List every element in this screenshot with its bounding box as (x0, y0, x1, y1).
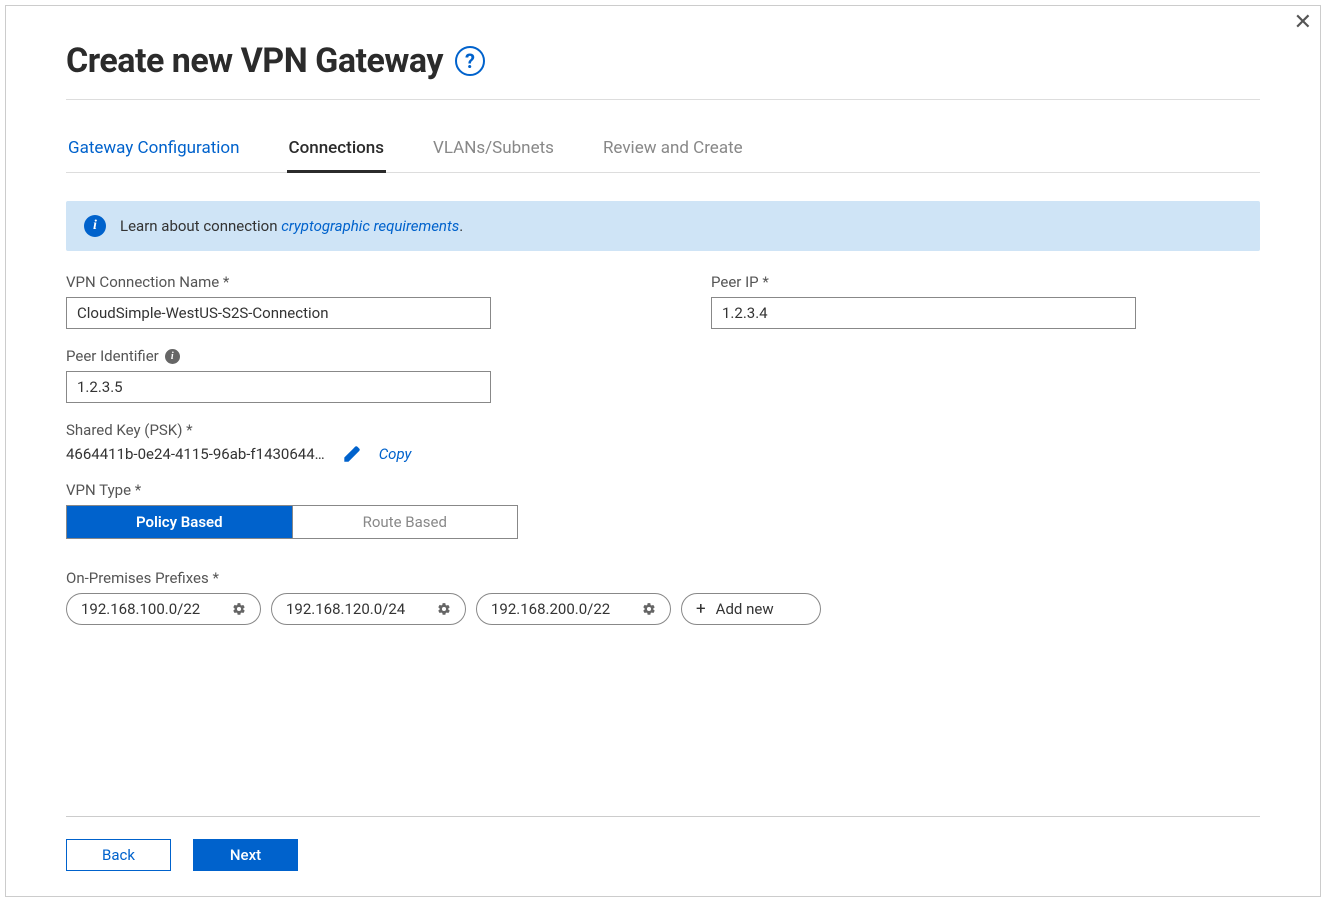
gear-icon[interactable] (437, 602, 451, 616)
peer-ip-input[interactable] (711, 297, 1136, 329)
prefixes-label: On-Premises Prefixes * (66, 569, 1260, 587)
edit-icon[interactable] (343, 445, 361, 463)
tab-vlans-subnets[interactable]: VLANs/Subnets (431, 134, 556, 173)
modal: ✕ Create new VPN Gateway ? Gateway Confi… (5, 5, 1321, 897)
info-banner-text: Learn about connection cryptographic req… (120, 217, 463, 235)
page-title: Create new VPN Gateway (66, 41, 443, 81)
gear-icon[interactable] (232, 602, 246, 616)
copy-button[interactable]: Copy (379, 445, 412, 463)
help-icon[interactable]: ? (455, 46, 485, 76)
footer: Back Next (66, 816, 1260, 871)
prefix-chip-value: 192.168.120.0/24 (286, 600, 405, 618)
prefix-chip-value: 192.168.100.0/22 (81, 600, 200, 618)
peer-id-input[interactable] (66, 371, 491, 403)
crypto-requirements-link[interactable]: cryptographic requirements (281, 217, 459, 235)
tabs: Gateway Configuration Connections VLANs/… (66, 134, 1260, 173)
prefixes-row: 192.168.100.0/22 192.168.120.0/24 192.16… (66, 593, 1260, 625)
add-new-label: Add new (716, 600, 774, 618)
vpn-type-label: VPN Type * (66, 481, 1260, 499)
close-icon[interactable]: ✕ (1294, 12, 1312, 34)
prefix-chip[interactable]: 192.168.100.0/22 (66, 593, 261, 625)
add-prefix-button[interactable]: + Add new (681, 593, 821, 625)
prefix-chip-value: 192.168.200.0/22 (491, 600, 610, 618)
gear-icon[interactable] (642, 602, 656, 616)
vpn-type-policy-based[interactable]: Policy Based (67, 506, 292, 538)
vpn-type-toggle: Policy Based Route Based (66, 505, 518, 539)
peer-id-info-icon[interactable]: i (165, 349, 180, 364)
tab-gateway-configuration[interactable]: Gateway Configuration (66, 134, 242, 173)
prefix-chip[interactable]: 192.168.200.0/22 (476, 593, 671, 625)
banner-prefix: Learn about connection (120, 217, 281, 235)
tab-connections[interactable]: Connections (287, 134, 387, 173)
banner-suffix: . (459, 217, 463, 235)
vpn-name-label: VPN Connection Name * (66, 273, 491, 291)
back-button[interactable]: Back (66, 839, 171, 871)
info-icon: i (84, 215, 106, 237)
page-header: Create new VPN Gateway ? (66, 41, 1260, 100)
psk-label: Shared Key (PSK) * (66, 421, 1260, 439)
tab-review-create[interactable]: Review and Create (601, 134, 745, 173)
prefix-chip[interactable]: 192.168.120.0/24 (271, 593, 466, 625)
psk-value: 4664411b-0e24-4115-96ab-f1430644… (66, 445, 325, 463)
next-button[interactable]: Next (193, 839, 298, 871)
info-banner: i Learn about connection cryptographic r… (66, 201, 1260, 251)
plus-icon: + (696, 601, 706, 618)
vpn-name-input[interactable] (66, 297, 491, 329)
peer-ip-label: Peer IP * (711, 273, 1136, 291)
form: VPN Connection Name * Peer IP * Peer Ide… (66, 273, 1260, 625)
vpn-type-route-based[interactable]: Route Based (292, 506, 518, 538)
peer-id-label: Peer Identifier (66, 347, 159, 365)
